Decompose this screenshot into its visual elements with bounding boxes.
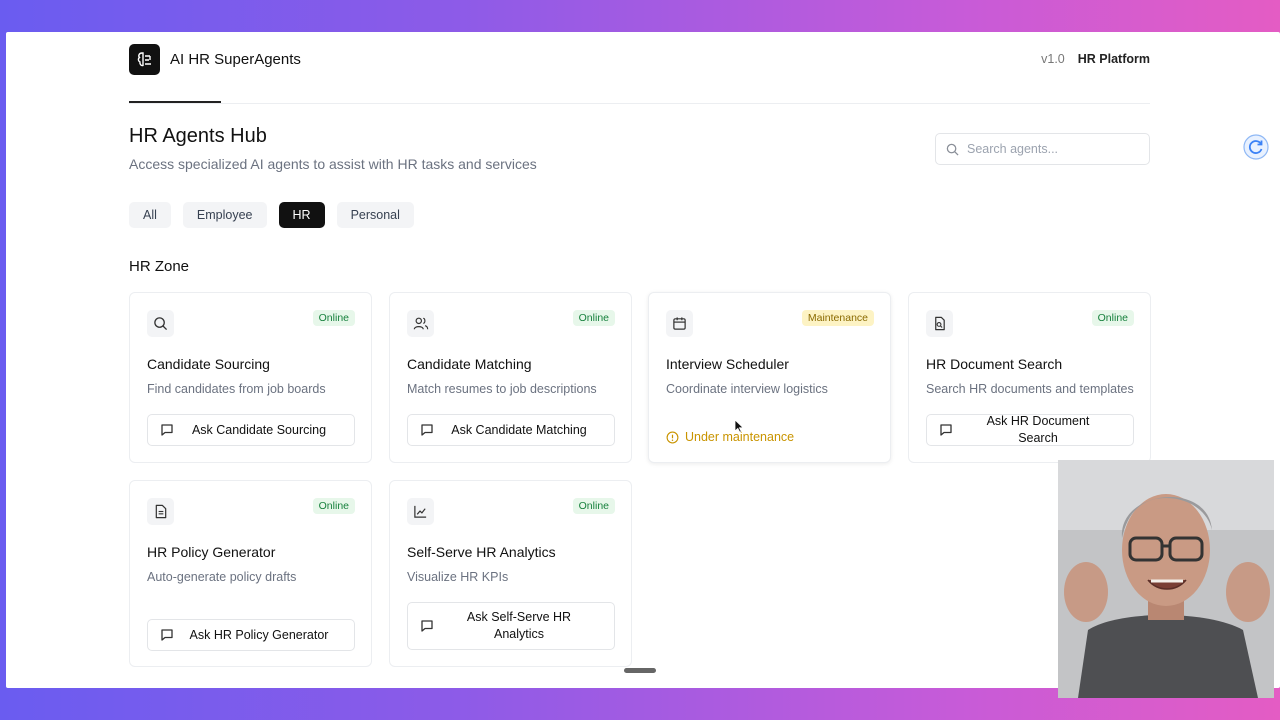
scroll-handle[interactable]	[624, 668, 656, 673]
status-badge: Maintenance	[801, 310, 874, 326]
status-badge: Online	[1091, 310, 1134, 326]
calendar-icon	[666, 310, 693, 337]
version-label: v1.0	[1041, 52, 1065, 66]
card-description: Auto-generate policy drafts	[147, 570, 297, 584]
filter-chips: All Employee HR Personal	[129, 202, 414, 228]
card-description: Match resumes to job descriptions	[407, 382, 597, 396]
status-badge: Online	[312, 498, 355, 514]
card-title: Candidate Matching	[407, 356, 532, 372]
file-search-icon	[926, 310, 953, 337]
app-header: AI HR SuperAgents v1.0 HR Platform	[6, 32, 1280, 88]
mouse-cursor-icon	[734, 419, 744, 433]
card-title: HR Document Search	[926, 356, 1063, 372]
button-label: Ask HR Document Search	[986, 414, 1090, 445]
chart-line-icon	[407, 498, 434, 525]
search-icon	[147, 310, 174, 337]
card-description: Find candidates from job boards	[147, 382, 326, 396]
search-input[interactable]	[967, 142, 1137, 156]
page-title: HR Agents Hub	[129, 125, 267, 147]
message-square-icon	[421, 620, 433, 632]
card-title: Self-Serve HR Analytics	[407, 544, 556, 560]
zone-title: HR Zone	[129, 258, 190, 275]
ask-candidate-sourcing-button[interactable]: Ask Candidate Sourcing	[147, 414, 355, 446]
divider	[129, 103, 1150, 104]
sync-icon[interactable]	[1242, 133, 1270, 161]
search-box[interactable]	[935, 133, 1150, 165]
status-badge: Online	[312, 310, 355, 326]
page-subtitle: Access specialized AI agents to assist w…	[129, 156, 537, 172]
button-label: Ask HR Policy Generator	[189, 627, 329, 642]
card-description: Visualize HR KPIs	[407, 570, 509, 584]
message-square-icon	[940, 424, 952, 436]
ask-self-serve-hr-analytics-button[interactable]: Ask Self-Serve HR Analytics	[407, 602, 615, 650]
users-icon	[407, 310, 434, 337]
button-label: Ask Candidate Matching	[451, 422, 587, 437]
message-square-icon	[421, 424, 433, 436]
document-icon	[147, 498, 174, 525]
agent-card-candidate-sourcing: Online Candidate Sourcing Find candidate…	[129, 292, 372, 463]
button-label: Ask Candidate Sourcing	[191, 422, 327, 437]
filter-personal[interactable]: Personal	[336, 202, 414, 228]
button-label: Ask Self-Serve HR Analytics	[466, 610, 572, 641]
app-logo[interactable]	[129, 44, 160, 75]
card-title: Interview Scheduler	[666, 356, 789, 372]
message-square-icon	[161, 629, 173, 641]
filter-all[interactable]: All	[129, 202, 171, 228]
ask-candidate-matching-button[interactable]: Ask Candidate Matching	[407, 414, 615, 446]
app-title: AI HR SuperAgents	[170, 51, 301, 68]
ask-hr-policy-generator-button[interactable]: Ask HR Policy Generator	[147, 619, 355, 651]
header-meta: v1.0 HR Platform	[1041, 52, 1150, 66]
agent-card-hr-document-search: Online HR Document Search Search HR docu…	[908, 292, 1151, 463]
agent-card-interview-scheduler: Maintenance Interview Scheduler Coordina…	[648, 292, 891, 463]
presenter-video	[1058, 460, 1274, 698]
webcam-overlay	[1058, 460, 1274, 698]
message-square-icon	[161, 424, 173, 436]
ask-hr-document-search-button[interactable]: Ask HR Document Search	[926, 414, 1134, 446]
agent-card-hr-policy-generator: Online HR Policy Generator Auto-generate…	[129, 480, 372, 667]
status-badge: Online	[572, 310, 615, 326]
card-title: HR Policy Generator	[147, 544, 276, 560]
maintenance-note: Under maintenance	[666, 430, 794, 444]
card-description: Coordinate interview logistics	[666, 382, 828, 396]
platform-label: HR Platform	[1077, 52, 1150, 66]
filter-employee[interactable]: Employee	[182, 202, 267, 228]
agent-card-self-serve-hr-analytics: Online Self-Serve HR Analytics Visualize…	[389, 480, 632, 667]
alert-circle-icon	[666, 431, 679, 443]
card-title: Candidate Sourcing	[147, 356, 270, 372]
status-badge: Online	[572, 498, 615, 514]
agent-card-candidate-matching: Online Candidate Matching Match resumes …	[389, 292, 632, 463]
filter-hr[interactable]: HR	[278, 202, 325, 228]
card-description: Search HR documents and templates	[926, 382, 1134, 396]
brain-logo-icon	[137, 51, 151, 66]
search-icon	[946, 143, 959, 156]
